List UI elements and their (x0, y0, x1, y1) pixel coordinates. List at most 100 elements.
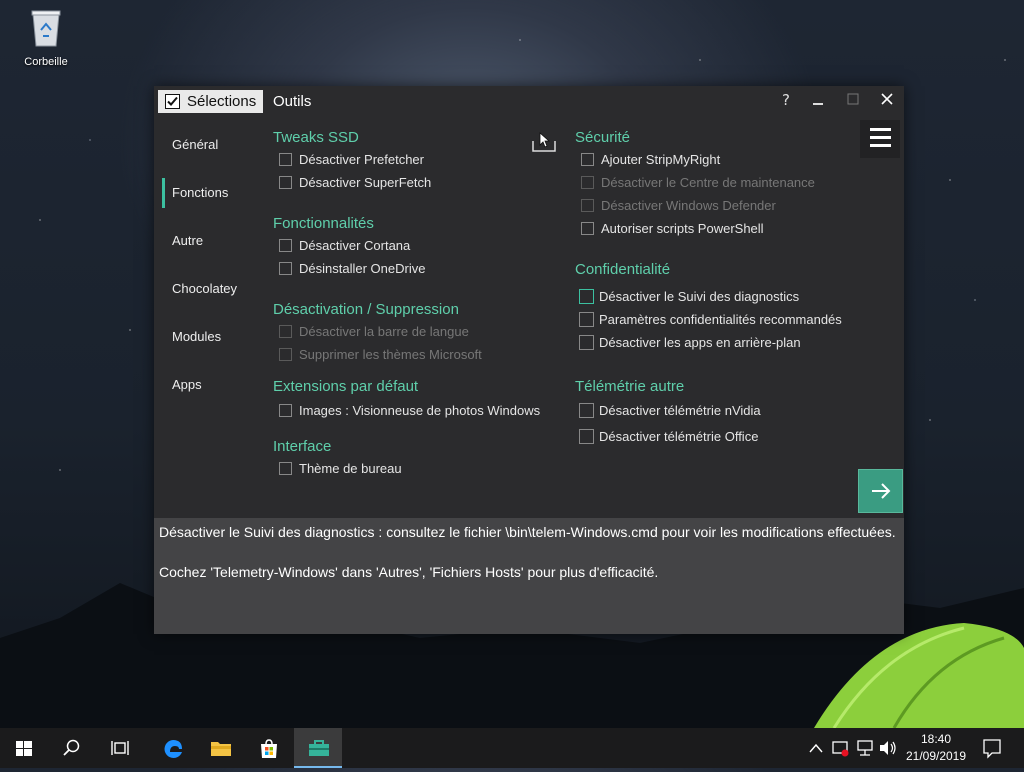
option-label: Désactiver Prefetcher (299, 152, 424, 167)
notification-icon (983, 739, 1001, 759)
checkbox[interactable] (279, 404, 292, 417)
option-label: Désactiver la barre de langue (299, 324, 469, 339)
sidebar-item-autre[interactable]: Autre (162, 226, 268, 256)
minimize-icon (813, 103, 823, 105)
close-icon (881, 93, 893, 105)
search-button[interactable] (48, 728, 96, 768)
speaker-icon (880, 741, 896, 755)
checkbox[interactable] (579, 429, 594, 444)
search-icon (63, 739, 80, 756)
maximize-button[interactable] (841, 90, 865, 110)
next-button[interactable] (858, 469, 903, 513)
info-panel: Désactiver le Suivi des diagnostics : co… (154, 518, 904, 634)
start-button[interactable] (0, 728, 48, 768)
option-label: Ajouter StripMyRight (601, 152, 721, 167)
network-tray-button[interactable] (854, 728, 876, 768)
menu-line (870, 144, 891, 147)
tab-tools[interactable]: Outils (273, 90, 311, 113)
maximize-icon (847, 93, 859, 105)
show-hidden-icons-button[interactable] (806, 728, 826, 768)
toolbox-icon (309, 740, 329, 756)
menu-line (870, 128, 891, 131)
option-label: Désactiver le Suivi des diagnostics (599, 289, 800, 304)
clock-time: 18:40 (920, 732, 952, 746)
section-tweaks-ssd: Tweaks SSD (273, 129, 359, 146)
checkbox[interactable] (581, 153, 594, 166)
section-interface: Interface (273, 438, 332, 455)
section-extensions: Extensions par défaut (273, 378, 419, 395)
task-view-button[interactable] (96, 728, 144, 768)
selections-checkbox[interactable] (165, 94, 180, 109)
defender-alert-icon (832, 741, 849, 757)
sidebar-item-modules[interactable]: Modules (162, 322, 268, 352)
sidebar-item-chocolatey[interactable]: Chocolatey (162, 274, 268, 304)
taskbar-clock[interactable]: 18:40 21/09/2019 (896, 728, 976, 768)
section-fonctionnalites: Fonctionnalités (273, 215, 374, 232)
section-telemetrie: Télémétrie autre (575, 378, 685, 395)
task-view-icon (111, 741, 129, 755)
file-explorer-button[interactable] (196, 728, 244, 768)
close-button[interactable] (875, 90, 899, 110)
checkbox[interactable] (579, 289, 594, 304)
recycle-bin-label: Corbeille (24, 56, 68, 68)
app-window: Sélections Outils ? Général Fonctions Au… (154, 86, 904, 634)
edge-browser-button[interactable] (148, 728, 196, 768)
tab-selections-label: Sélections (187, 93, 257, 110)
option-label: Autoriser scripts PowerShell (601, 221, 764, 236)
title-bar: Sélections Outils ? (154, 86, 904, 116)
checkbox[interactable] (279, 176, 292, 189)
checkbox[interactable] (279, 262, 292, 275)
checkbox (279, 325, 292, 338)
cursor-select-icon[interactable] (532, 132, 556, 152)
option-label: Désactiver Windows Defender (601, 198, 776, 213)
option-label: Désinstaller OneDrive (299, 261, 426, 276)
sidebar-item-general[interactable]: Général (162, 130, 268, 160)
chevron-up-icon (809, 743, 823, 753)
sidebar-item-apps[interactable]: Apps (162, 370, 268, 400)
minimize-button[interactable] (806, 90, 830, 110)
option-label: Paramètres confidentialités recommandés (599, 312, 842, 327)
option-label: Désactiver télémétrie Office (599, 429, 759, 444)
checkbox[interactable] (279, 239, 292, 252)
info-line-2: Cochez 'Telemetry-Windows' dans 'Autres'… (159, 564, 659, 580)
tab-selections[interactable]: Sélections (158, 90, 263, 113)
recycle-bin-shortcut[interactable]: Corbeille (16, 8, 76, 68)
checkbox[interactable] (579, 335, 594, 350)
action-center-button[interactable] (980, 728, 1004, 768)
option-label: Supprimer les thèmes Microsoft (299, 347, 482, 362)
folder-icon (211, 742, 231, 756)
checkbox[interactable] (579, 403, 594, 418)
app-taskbar-button[interactable] (294, 728, 342, 768)
option-label: Images : Visionneuse de photos Windows (299, 403, 541, 418)
option-label: Désactiver le Centre de maintenance (601, 175, 815, 190)
windows-logo-icon (16, 741, 32, 756)
tent-image (814, 623, 1024, 728)
option-label: Désactiver Cortana (299, 238, 411, 253)
help-button[interactable]: ? (774, 90, 798, 110)
hamburger-menu-button[interactable] (860, 120, 900, 158)
section-confidentialite: Confidentialité (575, 261, 671, 278)
checkbox[interactable] (579, 312, 594, 327)
info-line-1: Désactiver le Suivi des diagnostics : co… (159, 524, 896, 540)
menu-line (870, 136, 891, 139)
checkbox[interactable] (279, 462, 292, 475)
option-label: Désactiver les apps en arrière-plan (599, 335, 801, 350)
volume-tray-button[interactable] (878, 728, 898, 768)
store-button[interactable] (244, 728, 292, 768)
security-tray-button[interactable] (830, 728, 852, 768)
section-desactivation: Désactivation / Suppression (273, 301, 459, 318)
checkbox[interactable] (279, 153, 292, 166)
edge-icon (164, 740, 182, 758)
clock-date: 21/09/2019 (905, 749, 967, 763)
network-icon (857, 740, 873, 756)
option-label: Désactiver télémétrie nVidia (599, 403, 761, 418)
taskbar: 18:40 21/09/2019 (0, 728, 1024, 768)
checkbox (279, 348, 292, 361)
option-label: Thème de bureau (299, 461, 402, 476)
store-bag-icon (261, 739, 277, 758)
recycle-bin-icon (31, 10, 61, 47)
section-securite: Sécurité (575, 129, 631, 146)
sidebar-item-fonctions[interactable]: Fonctions (162, 178, 268, 208)
checkbox (581, 199, 594, 212)
checkbox[interactable] (581, 222, 594, 235)
